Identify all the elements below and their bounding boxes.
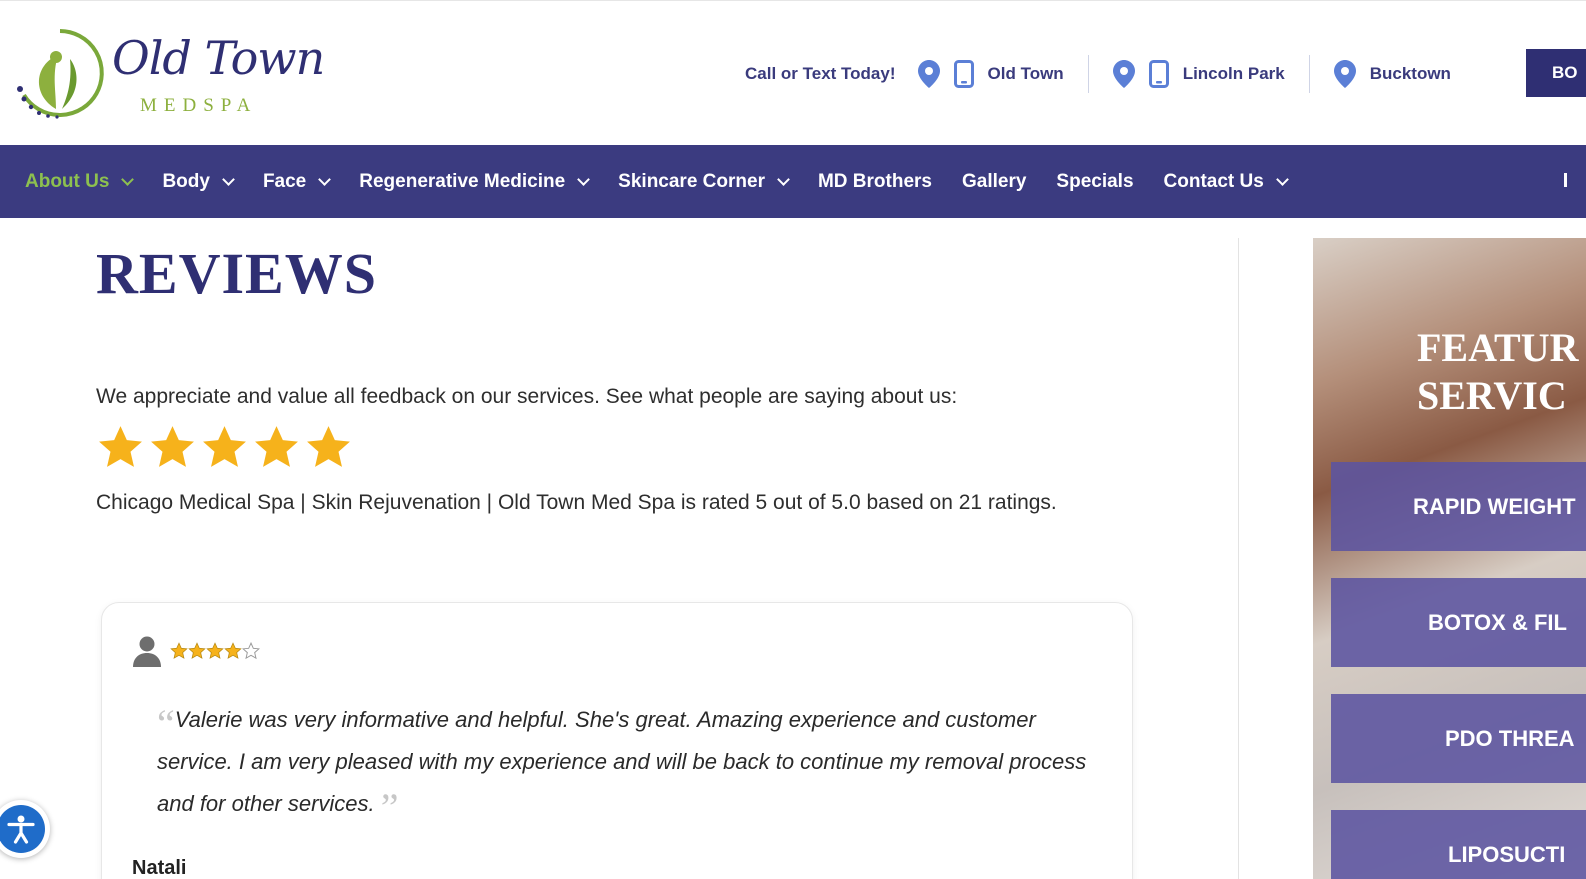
star-icon bbox=[203, 426, 246, 467]
nav-item-face[interactable]: Face bbox=[262, 170, 332, 193]
divider bbox=[1308, 55, 1310, 93]
star-icon bbox=[188, 642, 206, 659]
divider bbox=[1087, 55, 1089, 93]
location-name[interactable]: Old Town bbox=[988, 64, 1064, 84]
star-icon bbox=[99, 426, 142, 467]
overall-rating-stars bbox=[96, 423, 1156, 472]
service-button-botox[interactable]: BOTOX & FIL bbox=[1331, 578, 1586, 667]
star-icon bbox=[151, 426, 194, 467]
review-author: Natali bbox=[132, 857, 187, 879]
nav-label: Gallery bbox=[961, 170, 1027, 192]
open-quote-icon: “ bbox=[157, 701, 175, 746]
service-button-rapid-weight[interactable]: RAPID WEIGHT bbox=[1331, 462, 1586, 551]
reviews-section: REVIEWS We appreciate and value all feed… bbox=[96, 238, 1156, 524]
site-header: Old Town MEDSPA Call or Text Today! Old … bbox=[0, 0, 1586, 145]
chevron-down-icon bbox=[121, 173, 135, 186]
review-text: Valerie was very informative and helpful… bbox=[157, 707, 1087, 816]
nav-label: Face bbox=[262, 170, 307, 192]
rating-summary: Chicago Medical Spa | Skin Rejuvenation … bbox=[96, 491, 1057, 514]
featured-services-sidebar: FEATUR SERVIC RAPID WEIGHT BOTOX & FIL P… bbox=[1313, 238, 1586, 879]
star-icon bbox=[170, 642, 188, 659]
nav-label: About Us bbox=[25, 170, 110, 192]
star-icon bbox=[224, 642, 242, 659]
location-bar: Call or Text Today! Old Town Lincoln Par… bbox=[745, 54, 1451, 94]
nav-overflow-edge bbox=[1564, 173, 1567, 187]
book-button[interactable]: BO bbox=[1526, 49, 1586, 97]
review-quote: “Valerie was very informative and helpfu… bbox=[157, 699, 1087, 828]
logo-subtitle: MEDSPA bbox=[140, 95, 258, 116]
nav-label: Regenerative Medicine bbox=[359, 170, 566, 192]
sidebar-title: FEATUR SERVIC bbox=[1417, 324, 1578, 420]
close-quote-icon: ” bbox=[380, 785, 399, 830]
nav-item-body[interactable]: Body bbox=[162, 170, 235, 193]
call-text: Call or Text Today! bbox=[745, 64, 896, 83]
star-outline-icon bbox=[242, 642, 260, 660]
page-title: REVIEWS bbox=[96, 241, 377, 306]
accessibility-icon bbox=[0, 805, 45, 853]
nav-label: Specials bbox=[1056, 170, 1134, 192]
nav-item-skincare-corner[interactable]: Skincare Corner bbox=[618, 170, 790, 193]
main-nav: About Us Body Face Regenerative Medicine… bbox=[0, 145, 1586, 218]
map-pin-icon[interactable] bbox=[1333, 60, 1356, 88]
service-button-pdo-thread[interactable]: PDO THREA bbox=[1331, 694, 1586, 783]
nav-item-md-brothers[interactable]: MD Brothers bbox=[818, 171, 932, 193]
chevron-down-icon bbox=[318, 173, 332, 186]
mobile-phone-icon[interactable] bbox=[1148, 60, 1169, 88]
location-lincoln-park[interactable]: Lincoln Park bbox=[1112, 54, 1285, 94]
nav-label: Skincare Corner bbox=[618, 170, 765, 192]
sidebar-title-line: SERVIC bbox=[1417, 373, 1567, 418]
star-icon bbox=[206, 642, 224, 659]
review-header bbox=[132, 635, 260, 667]
mobile-phone-icon[interactable] bbox=[953, 60, 974, 88]
location-bucktown[interactable]: Bucktown bbox=[1333, 54, 1451, 94]
location-old-town[interactable]: Old Town bbox=[917, 54, 1064, 94]
nav-item-about-us[interactable]: About Us bbox=[25, 170, 135, 193]
chevron-down-icon bbox=[777, 173, 790, 186]
leaf-emblem-icon bbox=[17, 29, 104, 119]
logo-wordmark: Old Town bbox=[112, 31, 325, 85]
intro-text: We appreciate and value all feedback on … bbox=[96, 385, 958, 408]
nav-label: Contact Us bbox=[1163, 170, 1264, 192]
chevron-down-icon bbox=[222, 173, 235, 186]
location-name[interactable]: Lincoln Park bbox=[1183, 64, 1285, 84]
map-pin-icon[interactable] bbox=[917, 60, 940, 88]
nav-item-gallery[interactable]: Gallery bbox=[962, 171, 1026, 193]
location-name[interactable]: Bucktown bbox=[1370, 64, 1451, 84]
nav-item-regenerative-medicine[interactable]: Regenerative Medicine bbox=[359, 170, 591, 193]
chevron-down-icon bbox=[1275, 173, 1289, 186]
chevron-down-icon bbox=[577, 173, 591, 186]
site-logo[interactable]: Old Town MEDSPA bbox=[12, 25, 325, 125]
review-card: “Valerie was very informative and helpfu… bbox=[101, 602, 1133, 879]
accessibility-button[interactable] bbox=[0, 800, 50, 858]
star-icon bbox=[255, 426, 298, 467]
service-button-liposuction[interactable]: LIPOSUCTI bbox=[1331, 810, 1586, 879]
map-pin-icon[interactable] bbox=[1112, 60, 1135, 88]
column-divider bbox=[1238, 238, 1239, 879]
nav-item-specials[interactable]: Specials bbox=[1056, 171, 1133, 193]
sidebar-title-line: FEATUR bbox=[1417, 325, 1579, 370]
user-avatar-icon bbox=[133, 636, 161, 667]
review-stars bbox=[170, 642, 260, 660]
nav-label: Body bbox=[162, 170, 210, 192]
star-icon bbox=[307, 426, 350, 467]
nav-item-contact-us[interactable]: Contact Us bbox=[1163, 170, 1289, 193]
nav-label: MD Brothers bbox=[817, 170, 932, 192]
